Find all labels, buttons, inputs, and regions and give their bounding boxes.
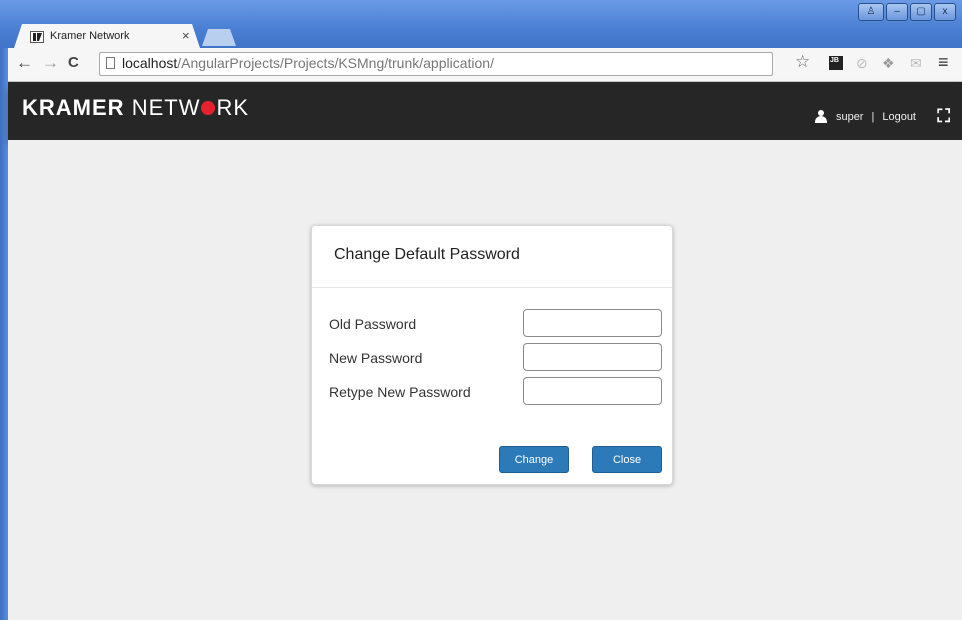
brand-logo-light: NETW RK bbox=[132, 95, 249, 120]
brand-logo-part1: NETW bbox=[131, 95, 201, 120]
window-controls: ♙ – ▢ x bbox=[858, 3, 956, 21]
url-host: localhost bbox=[122, 55, 178, 71]
user-icon bbox=[814, 110, 828, 123]
user-area: super | Logout bbox=[814, 110, 916, 123]
fullscreen-icon[interactable]: ⛶ bbox=[937, 106, 950, 127]
url-path: /AngularProjects/Projects/KSMng/trunk/ap… bbox=[177, 55, 494, 71]
main-content: Change Default Password Old Password New… bbox=[8, 140, 962, 620]
reload-icon[interactable]: C bbox=[68, 54, 79, 71]
close-window-button[interactable]: x bbox=[934, 3, 956, 21]
new-password-label: New Password bbox=[329, 350, 423, 366]
window-titlebar: Kramer Network × ♙ – ▢ x bbox=[0, 0, 962, 48]
tab-title: Kramer Network bbox=[50, 30, 130, 42]
logout-link[interactable]: Logout bbox=[882, 111, 916, 123]
browser-tab-active[interactable]: Kramer Network × bbox=[14, 24, 200, 48]
url-text: localhost/AngularProjects/Projects/KSMng… bbox=[122, 55, 494, 71]
minimize-button[interactable]: – bbox=[886, 3, 908, 21]
header-separator: | bbox=[871, 110, 875, 123]
address-bar[interactable]: localhost/AngularProjects/Projects/KSMng… bbox=[99, 52, 773, 76]
old-password-input[interactable] bbox=[523, 309, 662, 337]
retype-password-label: Retype New Password bbox=[329, 384, 471, 400]
back-arrow-icon[interactable]: ← bbox=[16, 53, 33, 73]
maximize-button[interactable]: ▢ bbox=[910, 3, 932, 21]
retype-password-input[interactable] bbox=[523, 377, 662, 405]
tab-close-icon[interactable]: × bbox=[182, 28, 190, 43]
page-icon bbox=[106, 57, 115, 69]
brand-logo-bold: KRAMER bbox=[22, 95, 125, 120]
forward-arrow-icon[interactable]: → bbox=[42, 53, 59, 73]
jetbrains-extension-icon[interactable]: JB bbox=[829, 56, 843, 70]
dialog-divider bbox=[312, 287, 672, 288]
brand-logo: KRAMER NETW RK bbox=[22, 95, 249, 121]
new-password-input[interactable] bbox=[523, 343, 662, 371]
username[interactable]: super bbox=[836, 111, 864, 123]
app-header: KRAMER NETW RK super | Logout ⛶ bbox=[8, 82, 962, 140]
close-button[interactable]: Close bbox=[592, 446, 662, 473]
profile-icon[interactable]: ♙ bbox=[858, 3, 884, 21]
mail-extension-icon[interactable]: ✉ bbox=[910, 55, 922, 72]
browser-toolbar: ← → C localhost/AngularProjects/Projects… bbox=[8, 48, 962, 82]
change-password-dialog: Change Default Password Old Password New… bbox=[311, 225, 673, 485]
dialog-title: Change Default Password bbox=[334, 246, 520, 263]
kramer-favicon-icon bbox=[30, 31, 44, 43]
bookmark-star-icon[interactable]: ☆ bbox=[795, 52, 810, 72]
change-button[interactable]: Change bbox=[499, 446, 569, 473]
old-password-label: Old Password bbox=[329, 316, 417, 332]
window-left-border bbox=[0, 48, 8, 620]
brand-logo-part2: RK bbox=[216, 95, 250, 120]
opera-extension-icon[interactable]: ⊘ bbox=[856, 55, 868, 72]
new-tab-button[interactable] bbox=[202, 29, 236, 46]
brand-dot-icon bbox=[201, 101, 216, 115]
dropbox-extension-icon[interactable]: ❖ bbox=[882, 55, 895, 72]
browser-menu-icon[interactable]: ≡ bbox=[938, 52, 949, 73]
